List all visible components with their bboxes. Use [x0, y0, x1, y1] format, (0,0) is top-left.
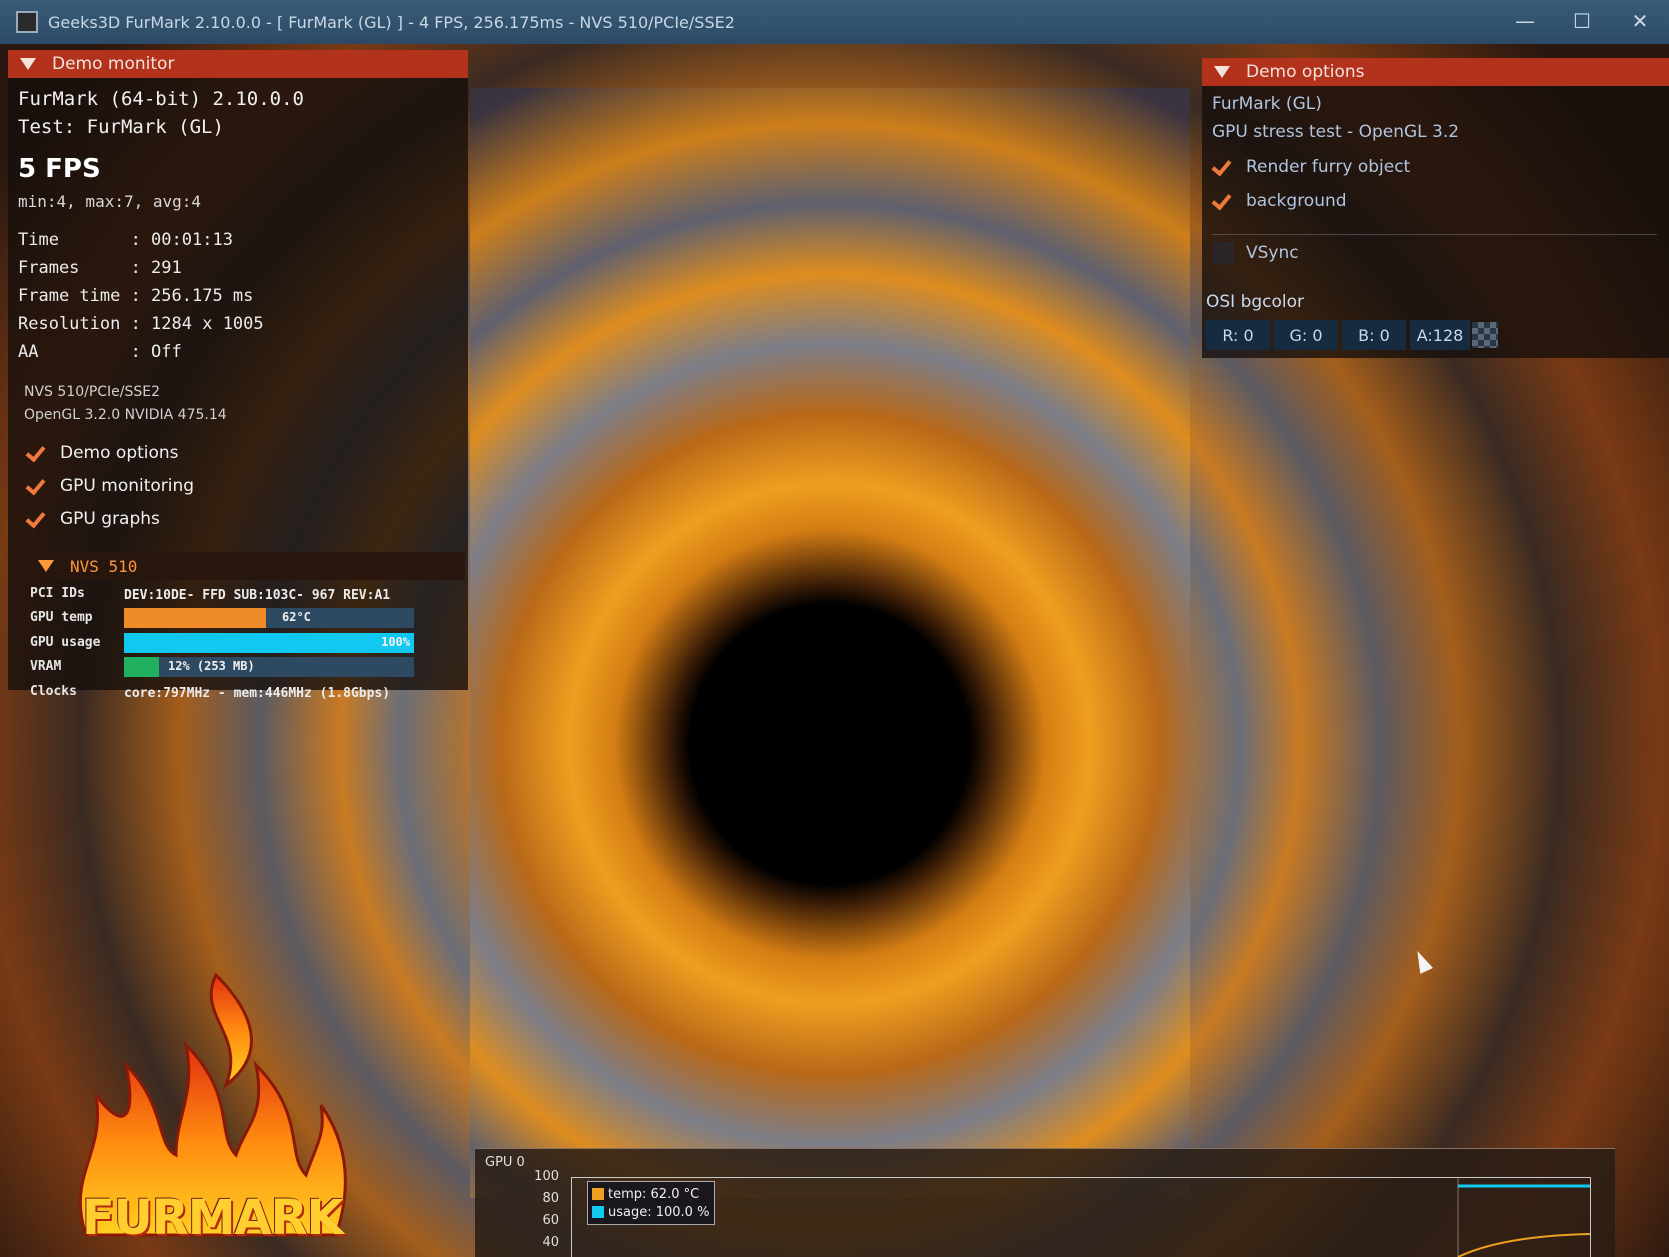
- legend-temp: temp: 62.0 °C: [592, 1185, 710, 1203]
- color-channel-b[interactable]: B: 0: [1342, 320, 1406, 350]
- checkbox-vsync[interactable]: VSync: [1212, 242, 1299, 264]
- gpu-temp-value: 62°C: [282, 610, 311, 624]
- checkbox-background[interactable]: background: [1212, 190, 1347, 212]
- gpu-temp-fill: [124, 608, 267, 628]
- checkbox-label: background: [1246, 191, 1347, 211]
- gpu-name: NVS 510: [70, 556, 138, 576]
- separator: [1212, 234, 1657, 235]
- stat-frame-time: Frame time : 256.175 ms: [18, 286, 254, 306]
- checkbox-label: GPU monitoring: [60, 476, 195, 496]
- demo-monitor-header[interactable]: Demo monitor: [8, 50, 468, 78]
- vram-bar: 12% (253 MB): [124, 657, 414, 677]
- legend-temp-label: temp: 62.0 °C: [608, 1186, 700, 1202]
- fps-stats: min:4, max:7, avg:4: [18, 192, 202, 211]
- y-tick-label: 40: [542, 1235, 559, 1250]
- window-title: Geeks3D FurMark 2.10.0.0 - [ FurMark (GL…: [48, 12, 735, 32]
- vram-fill: [124, 657, 159, 677]
- demo-options-header[interactable]: Demo options: [1202, 58, 1669, 86]
- app-icon: [16, 11, 38, 33]
- clocks-value: core:797MHz - mem:446MHz (1.8Gbps): [124, 686, 391, 701]
- temp-series-line: [1457, 1233, 1591, 1257]
- furry-eye-render: [470, 88, 1190, 1198]
- legend-swatch-usage: [592, 1206, 604, 1218]
- demo-options-panel: Demo options FurMark (GL) GPU stress tes…: [1202, 58, 1669, 358]
- vram-label: VRAM: [30, 659, 62, 674]
- checkmark-icon: [1212, 156, 1234, 178]
- gl-version-info: OpenGL 3.2.0 NVIDIA 475.14: [24, 407, 227, 423]
- checkbox-render-furry-object[interactable]: Render furry object: [1212, 156, 1410, 178]
- y-tick-label: 80: [542, 1191, 559, 1206]
- gpu-usage-value: 100%: [381, 635, 410, 649]
- gpu-temp-bar: 62°C: [124, 608, 414, 628]
- color-channel-r[interactable]: R: 0: [1206, 320, 1270, 350]
- y-tick-label: 60: [542, 1213, 559, 1228]
- checkbox-empty-icon: [1212, 242, 1234, 264]
- checkmark-icon: [26, 442, 48, 464]
- app-version: FurMark (64-bit) 2.10.0.0: [18, 88, 304, 110]
- legend-usage: usage: 100.0 %: [592, 1203, 710, 1221]
- legend-usage-label: usage: 100.0 %: [608, 1204, 710, 1220]
- stat-resolution: Resolution : 1284 x 1005: [18, 314, 264, 334]
- stat-aa: AA : Off: [18, 342, 182, 362]
- checkbox-label: GPU graphs: [60, 509, 160, 529]
- color-channel-a[interactable]: A:128: [1410, 320, 1470, 350]
- checkbox-label: VSync: [1246, 243, 1299, 263]
- gpu-section-header[interactable]: NVS 510: [20, 552, 465, 580]
- color-channel-g[interactable]: G: 0: [1274, 320, 1338, 350]
- vram-value: 12% (253 MB): [168, 659, 255, 673]
- minimize-button[interactable]: —: [1510, 8, 1540, 34]
- graph-title: GPU 0: [485, 1155, 525, 1170]
- gpu-usage-label: GPU usage: [30, 635, 101, 650]
- furmark-logo-text: FURMARK: [82, 1190, 344, 1246]
- test-name: Test: FurMark (GL): [18, 116, 224, 138]
- gpu-temp-label: GPU temp: [30, 610, 93, 625]
- collapse-triangle-icon: [1214, 66, 1230, 78]
- demo-description: GPU stress test - OpenGL 3.2: [1212, 122, 1460, 142]
- pci-ids-label: PCI IDs: [30, 586, 85, 601]
- graph-plot-area: [571, 1177, 1591, 1257]
- checkmark-icon: [26, 475, 48, 497]
- legend-swatch-temp: [592, 1188, 604, 1200]
- gpu-graph-panel: GPU 0 100 80 60 40 temp: 62.0 °C usage: …: [475, 1148, 1615, 1257]
- demo-monitor-title: Demo monitor: [52, 54, 175, 74]
- window-titlebar: Geeks3D FurMark 2.10.0.0 - [ FurMark (GL…: [0, 0, 1669, 44]
- checkbox-demo-options[interactable]: Demo options: [26, 442, 179, 464]
- gpu-usage-fill: [124, 633, 414, 653]
- checkmark-icon: [1212, 190, 1234, 212]
- stat-frames: Frames : 291: [18, 258, 182, 278]
- pci-ids-value: DEV:10DE- FFD SUB:103C- 967 REV:A1: [124, 588, 391, 603]
- clocks-label: Clocks: [30, 684, 77, 699]
- demo-name: FurMark (GL): [1212, 94, 1322, 114]
- graph-lines: [1457, 1178, 1591, 1257]
- y-tick-label: 100: [534, 1169, 559, 1184]
- checkbox-gpu-graphs[interactable]: GPU graphs: [26, 508, 160, 530]
- checkmark-icon: [26, 508, 48, 530]
- collapse-triangle-icon: [20, 58, 36, 70]
- demo-options-title: Demo options: [1246, 62, 1365, 82]
- gpu-usage-bar: 100%: [124, 633, 414, 653]
- checkbox-label: Render furry object: [1246, 157, 1411, 177]
- renderer-info: NVS 510/PCIe/SSE2: [24, 384, 161, 400]
- stat-time: Time : 00:01:13: [18, 230, 233, 250]
- close-button[interactable]: ✕: [1625, 8, 1655, 34]
- checkbox-label: Demo options: [60, 443, 179, 463]
- checkbox-gpu-monitoring[interactable]: GPU monitoring: [26, 475, 194, 497]
- maximize-button[interactable]: ☐: [1567, 8, 1597, 34]
- collapse-triangle-icon: [38, 560, 54, 572]
- fps-value: 5 FPS: [18, 154, 101, 184]
- graph-legend: temp: 62.0 °C usage: 100.0 %: [587, 1181, 715, 1225]
- osi-bgcolor-label: OSI bgcolor: [1206, 292, 1305, 312]
- color-preview-swatch[interactable]: [1472, 322, 1498, 348]
